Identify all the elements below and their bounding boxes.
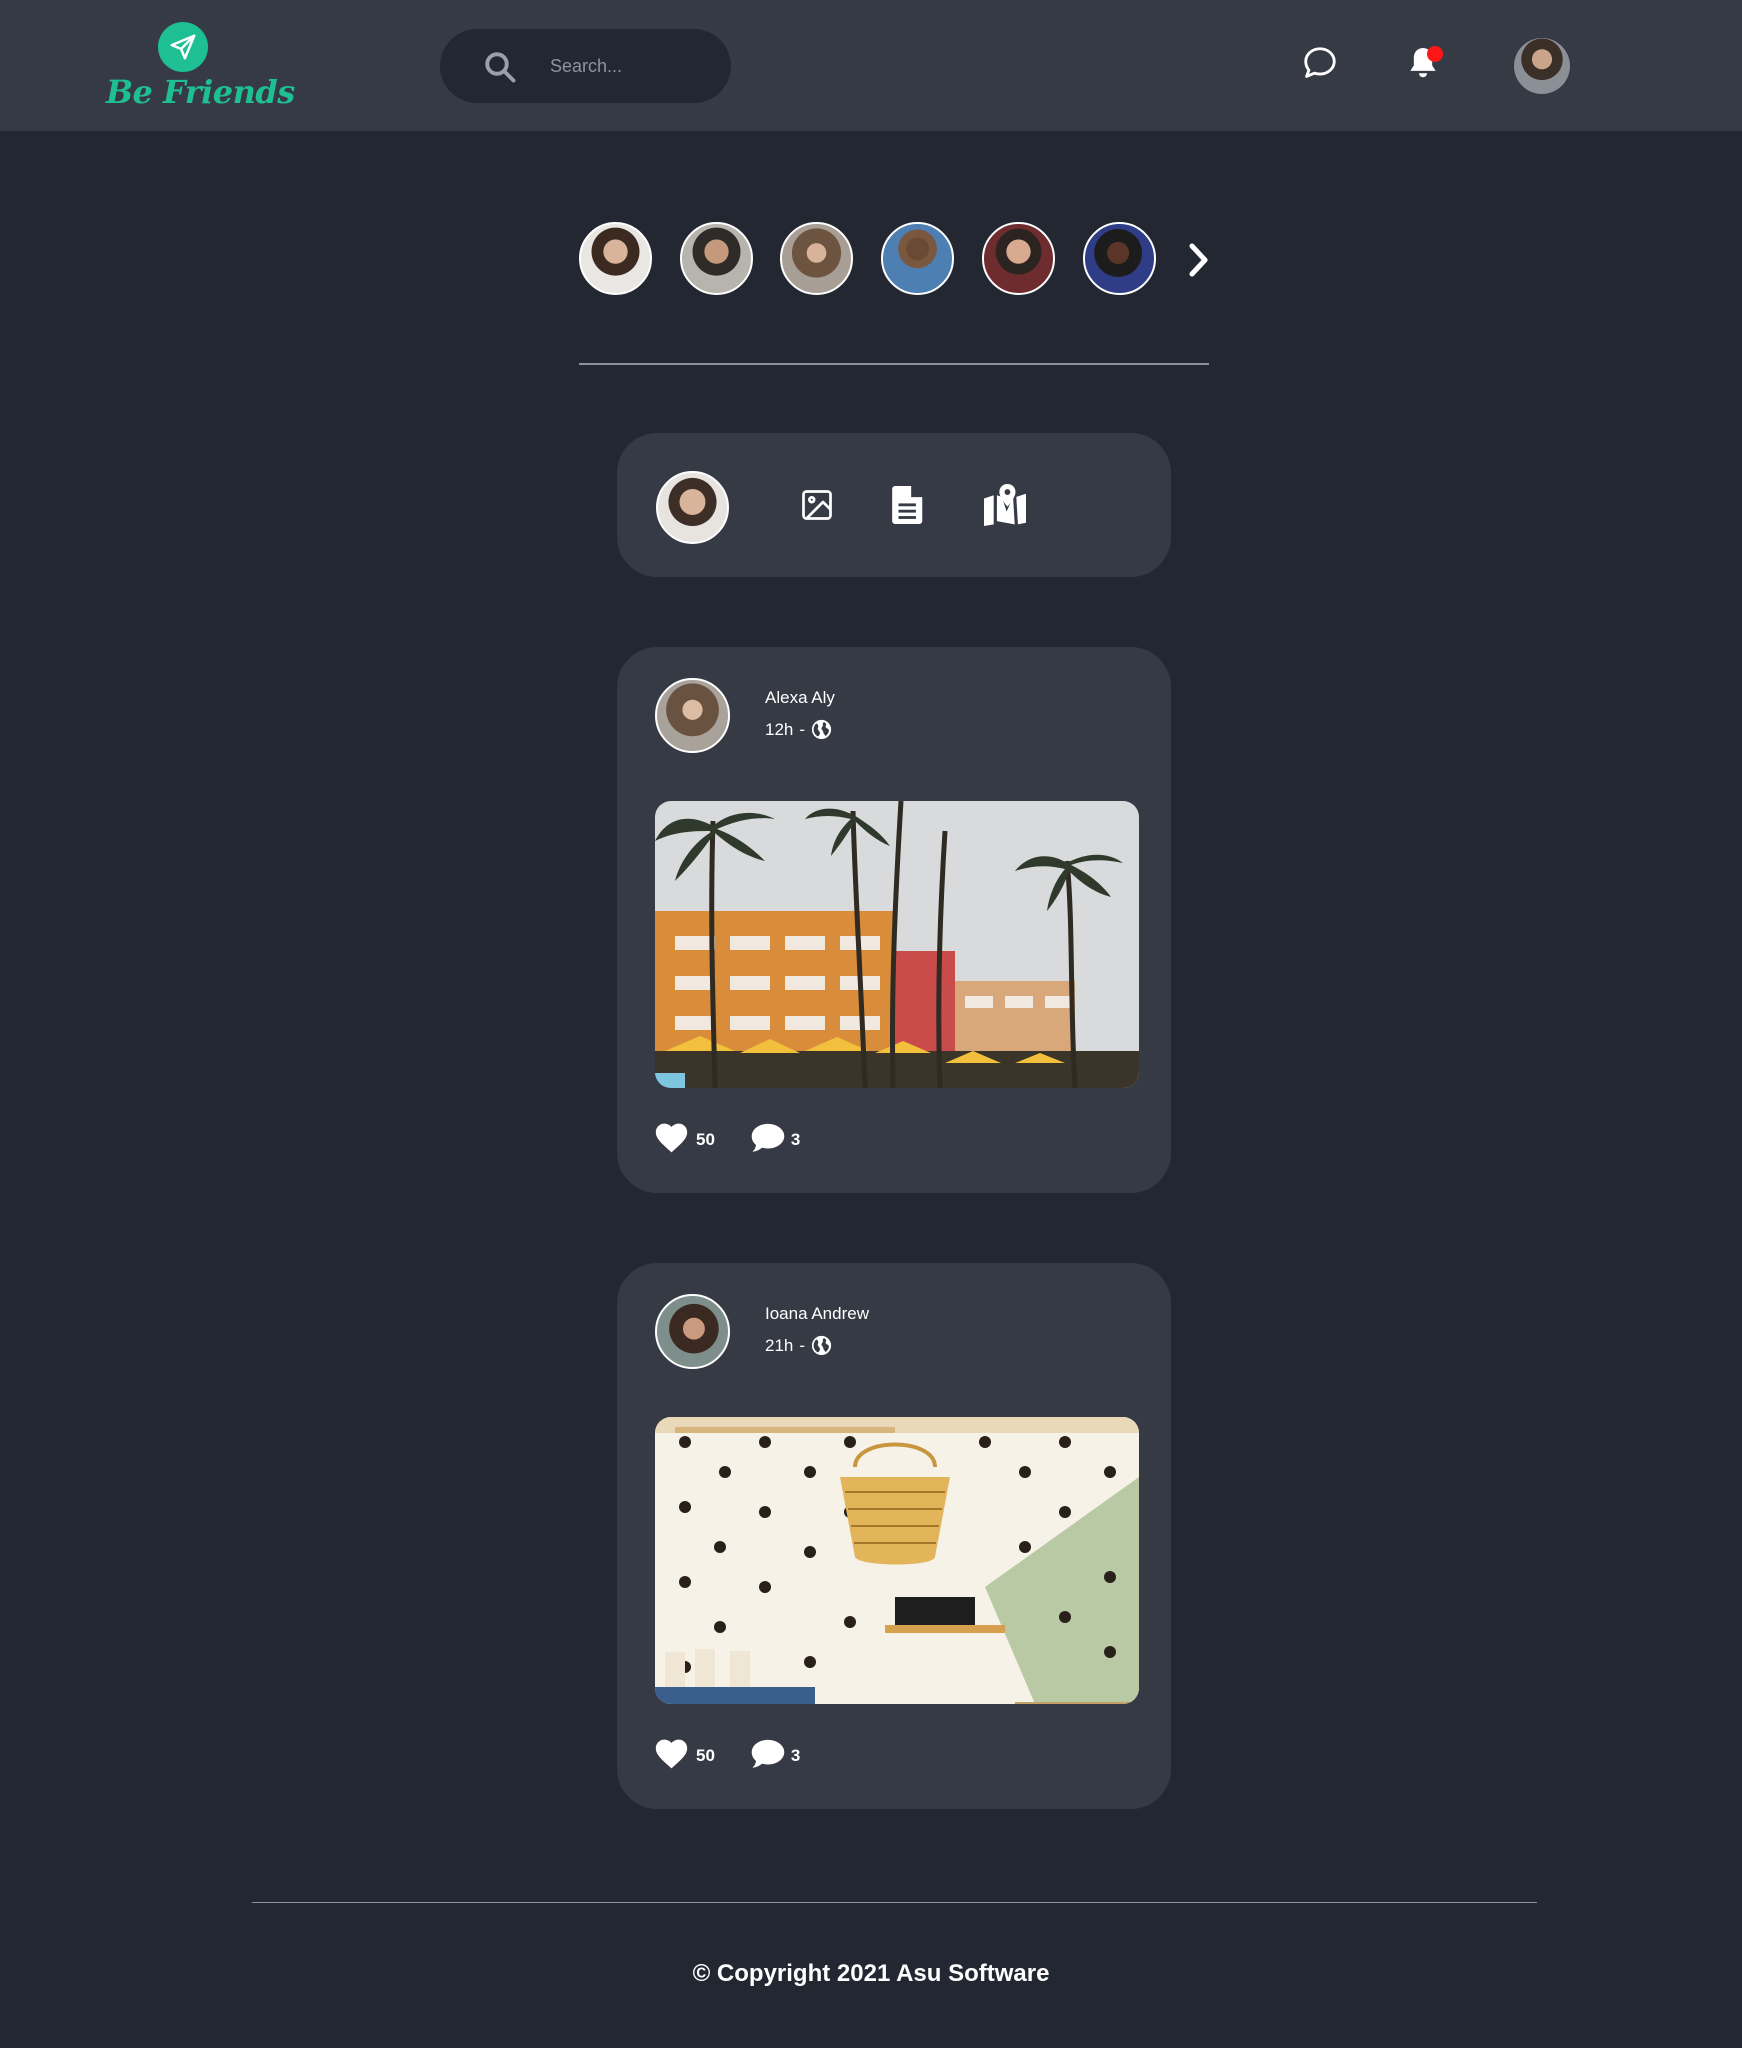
globe-icon — [811, 719, 832, 740]
post-image[interactable] — [655, 1417, 1139, 1704]
chat-icon — [1301, 44, 1339, 87]
profile-avatar[interactable] — [1514, 38, 1570, 94]
speech-bubble-icon — [751, 1739, 785, 1774]
globe-icon — [811, 1335, 832, 1356]
image-icon — [799, 487, 835, 528]
brand-logo[interactable]: Be Friends — [106, 22, 295, 117]
comment-button[interactable]: 3 — [751, 1739, 800, 1774]
notification-badge — [1427, 46, 1443, 62]
post-time: 21h — [765, 1335, 794, 1355]
post-author-name[interactable]: Ioana Andrew — [765, 1304, 869, 1324]
composer-avatar[interactable] — [656, 471, 729, 544]
story-avatar[interactable] — [680, 222, 753, 295]
post-meta-separator: - — [799, 719, 806, 739]
comment-count: 3 — [790, 1130, 801, 1149]
footer-copyright: © Copyright 2021 Asu Software — [692, 1960, 1050, 1987]
post-author-name[interactable]: Alexa Aly — [765, 688, 835, 708]
footer-divider — [252, 1902, 1537, 1903]
post-card: Alexa Aly 12h - 50 3 — [617, 647, 1171, 1193]
story-avatar[interactable] — [881, 222, 954, 295]
chevron-right-icon[interactable] — [1180, 238, 1216, 282]
comment-count: 3 — [790, 1746, 801, 1765]
paper-plane-icon — [158, 22, 208, 72]
like-button[interactable]: 50 — [655, 1739, 715, 1774]
post-image[interactable] — [655, 801, 1139, 1088]
post-time: 12h — [765, 719, 794, 739]
post-author-avatar[interactable] — [655, 1294, 730, 1369]
story-avatar[interactable] — [780, 222, 853, 295]
like-count: 50 — [696, 1746, 715, 1765]
post-actions: 50 3 — [655, 1739, 800, 1773]
post-meta: 21h - — [765, 1335, 832, 1356]
chat-button[interactable] — [1298, 43, 1342, 87]
post-meta-separator: - — [799, 1335, 806, 1355]
story-avatar[interactable] — [579, 222, 652, 295]
brand-name: Be Friends — [106, 73, 295, 111]
post-author-avatar[interactable] — [655, 678, 730, 753]
add-image-button[interactable] — [795, 485, 839, 529]
post-card: Ioana Andrew 21h - 50 3 — [617, 1263, 1171, 1809]
post-meta: 12h - — [765, 719, 832, 740]
map-marker-icon — [982, 483, 1028, 531]
post-composer — [617, 433, 1171, 577]
search-icon[interactable] — [482, 49, 518, 85]
comment-button[interactable]: 3 — [751, 1123, 800, 1158]
story-avatar[interactable] — [982, 222, 1055, 295]
top-navbar: Be Friends — [0, 0, 1742, 131]
stories-divider — [579, 363, 1209, 365]
like-count: 50 — [696, 1130, 715, 1149]
heart-icon — [655, 1739, 688, 1774]
add-document-button[interactable] — [886, 485, 930, 529]
heart-icon — [655, 1123, 688, 1158]
speech-bubble-icon — [751, 1123, 785, 1158]
search-bar[interactable] — [440, 29, 731, 103]
post-actions: 50 3 — [655, 1123, 800, 1157]
document-icon — [891, 485, 925, 529]
add-location-button[interactable] — [982, 483, 1028, 531]
like-button[interactable]: 50 — [655, 1123, 715, 1158]
search-input[interactable] — [550, 51, 710, 81]
notifications-button[interactable] — [1401, 43, 1445, 87]
story-avatar[interactable] — [1083, 222, 1156, 295]
